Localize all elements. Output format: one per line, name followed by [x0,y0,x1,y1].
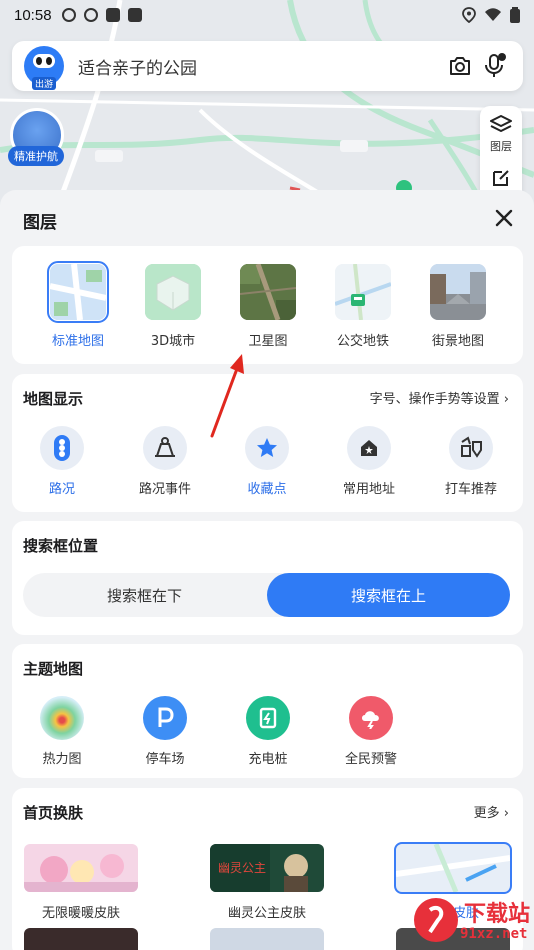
theme-heatmap[interactable]: 热力图 [22,696,102,767]
search-input[interactable]: 适合亲子的公园 [78,54,443,79]
traffic-light-icon [40,426,84,470]
location-icon [462,7,476,23]
skin-label: 幽灵公主皮肤 [227,906,306,921]
home-icon [347,426,391,470]
skin-thumbnail: 幽灵公主 [210,844,324,892]
close-icon[interactable] [492,206,516,230]
toggle-traffic-events[interactable]: 路况事件 [120,426,210,497]
search-position-segmented: 搜索框在下 搜索框在上 [23,573,510,617]
skins-more-link[interactable]: 更多 › [474,802,509,821]
app-notification-icon [105,8,120,22]
notification-icon [83,8,98,22]
layer-satellite[interactable]: 卫星图 [228,264,308,349]
skin-thumbnail-partial[interactable] [24,928,138,950]
layer-label: 标准地图 [51,334,104,349]
layers-icon[interactable] [489,114,513,136]
transit-thumbnail [335,264,391,320]
toggle-common-address[interactable]: 常用地址 [324,426,414,497]
layer-types-card: 标准地图 3D城市 卫星图 公交地铁 街景地图 [12,246,523,364]
traffic-event-icon [143,426,187,470]
theme-label: 停车场 [145,752,185,767]
search-position-bottom[interactable]: 搜索框在下 [23,573,266,617]
parking-icon [143,696,187,740]
3d-city-thumbnail [145,264,201,320]
guardian-label[interactable]: 精准护航 [8,146,64,166]
star-icon [245,426,289,470]
skins-title: 首页换肤 [23,804,84,822]
toggle-label: 常用地址 [342,482,395,497]
display-settings-text: 字号、操作手势等设置 [369,392,500,407]
sheet-title: 图层 [23,213,57,233]
battery-icon [510,7,520,23]
theme-map-title: 主题地图 [23,660,84,678]
camera-icon [450,57,470,75]
theme-charging[interactable]: 充电桩 [228,696,308,767]
chevron-right-icon: › [503,392,509,407]
satellite-thumbnail [240,264,296,320]
watermark-site: 91xz.net [460,926,528,942]
skins-more-text: 更多 [473,806,500,821]
map-notification-icon [127,8,142,22]
skin-thumbnail [24,844,138,892]
theme-map-card: 主题地图 热力图 停车场 充电桩 全民预警 [12,644,523,778]
toggle-label: 收藏点 [247,482,287,497]
search-position-title: 搜索框位置 [23,537,99,555]
theme-public-warning[interactable]: 全民预警 [331,696,411,767]
layers-button-label[interactable]: 图层 [490,138,512,154]
watermark-brand: 下载站 [464,902,531,927]
theme-label: 充电桩 [248,752,288,767]
display-settings-link[interactable]: 字号、操作手势等设置 › [370,388,509,407]
wifi-icon [485,8,501,21]
chevron-right-icon: › [503,806,509,821]
toggle-traffic[interactable]: 路况 [17,426,107,497]
theme-label: 全民预警 [344,752,397,767]
voice-button[interactable] [477,49,511,83]
layer-label: 公交地铁 [336,334,389,349]
camera-button[interactable] [443,49,477,83]
heatmap-icon [40,696,84,740]
warning-cloud-icon [349,696,393,740]
search-position-card: 搜索框位置 搜索框在下 搜索框在上 [12,521,523,635]
edit-icon[interactable] [491,168,511,188]
status-bar: 10:58 [0,0,534,30]
travel-logo-icon[interactable]: 出游 [24,46,64,90]
microphone-icon [485,53,506,77]
theme-parking[interactable]: 停车场 [125,696,205,767]
skin-label: 无限暖暖皮肤 [41,906,120,921]
watermark: 下载站 91xz.net [408,888,534,950]
layer-label: 卫星图 [248,334,288,349]
layer-3d-city[interactable]: 3D城市 [133,264,213,349]
theme-label: 热力图 [42,752,82,767]
layer-label: 3D城市 [150,334,196,349]
layers-sheet: 图层 标准地图 3D城市 卫星图 公交地铁 街景地图 地图显示 字号、操作手势等… [0,190,534,950]
standard-map-thumbnail [47,261,109,323]
search-position-top[interactable]: 搜索框在上 [267,573,510,617]
logo-tag: 出游 [31,77,56,90]
skin-thumbnail [394,842,512,894]
notification-icon [61,8,76,22]
layer-standard-map[interactable]: 标准地图 [38,261,118,349]
skin-infinity-nikki[interactable]: 无限暖暖皮肤 [24,844,138,921]
search-bar[interactable]: 出游 适合亲子的公园 [12,41,523,91]
svg-text:幽灵公主: 幽灵公主 [218,861,266,875]
charging-station-icon [246,696,290,740]
street-view-thumbnail [430,264,486,320]
toggle-ride-recommend[interactable]: 打车推荐 [426,426,516,497]
skin-princess-mononoke[interactable]: 幽灵公主 幽灵公主皮肤 [210,844,324,921]
toggle-label: 路况事件 [138,482,191,497]
toggle-label: 打车推荐 [444,482,497,497]
skin-thumbnail-partial[interactable] [210,928,324,950]
toggle-label: 路况 [48,482,75,497]
toggle-favorites[interactable]: 收藏点 [222,426,312,497]
layer-transit[interactable]: 公交地铁 [323,264,403,349]
ride-hailing-icon [449,426,493,470]
status-time: 10:58 [14,6,52,24]
map-display-title: 地图显示 [23,390,84,408]
map-display-card: 地图显示 字号、操作手势等设置 › 路况 路况事件 收藏点 常用地址 打车推荐 [12,374,523,512]
layer-label: 街景地图 [431,334,484,349]
layer-street-view[interactable]: 街景地图 [418,264,498,349]
